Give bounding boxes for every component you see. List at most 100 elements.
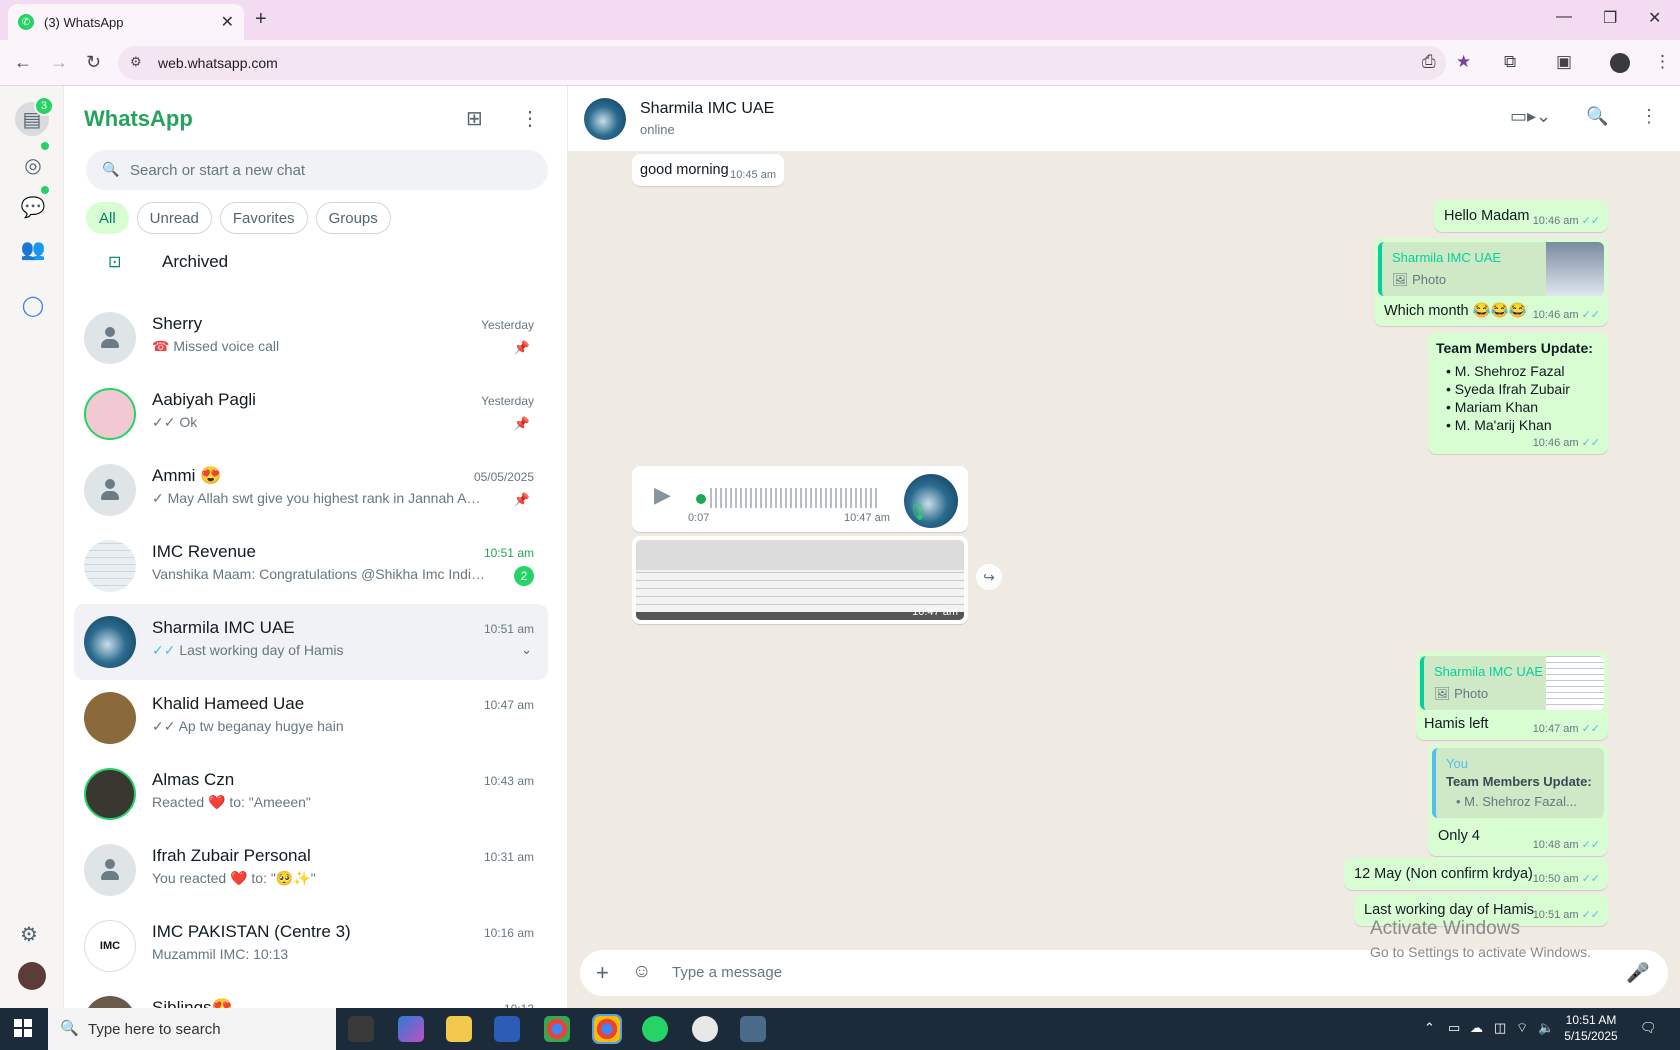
contact-avatar[interactable] <box>584 98 626 140</box>
whatsapp-taskbar-icon[interactable] <box>642 1016 668 1042</box>
chat-name: Aabiyah Pagli <box>152 390 256 409</box>
message-outgoing-reply[interactable]: Sharmila IMC UAE 🖼 Photo Which month 😂😂😂… <box>1374 238 1608 326</box>
bookmark-star-icon[interactable]: ★ <box>1456 52 1471 72</box>
forward-icon[interactable]: ↪ <box>976 564 1002 590</box>
wifi-icon[interactable]: ⌔ <box>1516 1020 1528 1036</box>
new-chat-icon[interactable]: ⊞ <box>466 106 483 131</box>
contact-name[interactable]: Sharmila IMC UAE <box>640 100 774 118</box>
waveform[interactable] <box>710 488 880 508</box>
filter-groups[interactable]: Groups <box>315 202 391 234</box>
message-outgoing[interactable]: Hello Madam 10:46 am ✓✓ <box>1434 200 1608 232</box>
channels-icon[interactable]: 💬 <box>20 194 46 220</box>
chat-item-selected[interactable]: Sharmila IMC UAE ✓✓ Last working day of … <box>74 604 548 680</box>
install-app-icon[interactable]: ⎙ <box>1422 52 1436 72</box>
quoted-message[interactable]: You Team Members Update: • M. Shehroz Fa… <box>1432 748 1604 818</box>
voice-message[interactable]: ▶ 0:07 10:47 am 🎙 <box>632 466 968 532</box>
profile-avatar[interactable] <box>1610 53 1630 73</box>
message-time: 10:47 am <box>1532 723 1579 735</box>
chat-item[interactable]: Ifrah Zubair Personal You reacted ❤️ to:… <box>74 832 548 908</box>
restore-icon[interactable]: ❐ <box>1603 8 1617 28</box>
search-icon[interactable]: 🔍 <box>1586 106 1608 127</box>
video-call-icon[interactable]: ▭▸⌄ <box>1510 106 1551 127</box>
mic-icon[interactable]: 🎤 <box>1626 961 1650 985</box>
chat-item[interactable]: Khalid Hameed Uae ✓✓ Ap tw beganay hugye… <box>74 680 548 756</box>
new-tab-icon[interactable]: + <box>255 8 267 31</box>
chat-item[interactable]: Ammi 😍 ✓ May Allah swt give you highest … <box>74 452 548 528</box>
quoted-message[interactable]: Sharmila IMC UAE 🖼 Photo <box>1420 656 1604 710</box>
chat-item[interactable]: Sherry ☎ Missed voice call Yesterday 📌 <box>74 300 548 376</box>
battery-icon[interactable]: ▭ <box>1448 1020 1460 1036</box>
status-icon[interactable]: ◎ <box>20 152 46 178</box>
communities-icon[interactable]: 👥 <box>20 236 46 262</box>
chat-name: Sharmila IMC UAE <box>152 618 295 637</box>
message-incoming[interactable]: good morning 10:45 am <box>632 154 784 186</box>
avatar <box>84 844 136 896</box>
chat-name: Ammi 😍 <box>152 466 222 485</box>
browser-menu-icon[interactable]: ⋮ <box>1654 52 1671 72</box>
office-icon[interactable] <box>494 1016 520 1042</box>
browser-tab[interactable]: ✆ (3) WhatsApp ✕ <box>8 4 244 40</box>
close-tab-icon[interactable]: ✕ <box>221 12 234 32</box>
notifications-icon[interactable]: 🗨 <box>1640 1020 1657 1036</box>
reload-icon[interactable]: ↻ <box>86 52 101 73</box>
network-icon[interactable]: ◫ <box>1494 1020 1506 1036</box>
tray-chevron-icon[interactable]: ⌃ <box>1424 1020 1435 1036</box>
copilot-icon[interactable] <box>398 1016 424 1042</box>
avatar: IMC <box>84 920 136 972</box>
search-input[interactable]: 🔍 Search or start a new chat <box>86 150 548 190</box>
chevron-down-icon[interactable]: ⌄ <box>521 642 532 658</box>
task-view-icon[interactable] <box>348 1016 374 1042</box>
volume-icon[interactable]: 🔈 <box>1538 1020 1554 1036</box>
settings-icon[interactable]: ⚙ <box>20 922 38 947</box>
file-explorer-icon[interactable] <box>446 1016 472 1042</box>
chat-item[interactable]: Aabiyah Pagli ✓✓ Ok Yesterday 📌 <box>74 376 548 452</box>
taskbar-search-input[interactable]: 🔍 Type here to search <box>48 1008 336 1050</box>
chrome-active-icon[interactable] <box>592 1014 622 1044</box>
minimize-icon[interactable]: — <box>1556 8 1572 26</box>
message-outgoing[interactable]: Team Members Update: • M. Shehroz Fazal … <box>1428 332 1608 454</box>
url-bar[interactable]: ⚙ web.whatsapp.com <box>118 46 1446 80</box>
address-toolbar: ← → ↻ ⚙ web.whatsapp.com ⎙ ★ ⧉ ▣ ⋮ <box>0 40 1680 86</box>
quoted-message[interactable]: Sharmila IMC UAE 🖼 Photo <box>1378 242 1604 296</box>
my-profile-avatar[interactable] <box>18 962 46 990</box>
double-tick-icon: ✓✓ <box>152 718 176 734</box>
site-info-icon[interactable]: ⚙ <box>130 54 142 70</box>
attach-icon[interactable]: + <box>596 960 609 986</box>
message-outgoing[interactable]: 12 May (Non confirm krdya) 10:50 am ✓✓ <box>1344 858 1608 890</box>
chat-item[interactable]: Almas Czn Reacted ❤️ to: "Ameeen" 10:43 … <box>74 756 548 832</box>
windows-start-icon[interactable] <box>14 1019 32 1037</box>
meta-ai-icon[interactable]: ◯ <box>20 292 46 318</box>
back-icon[interactable]: ← <box>14 52 32 73</box>
image-message[interactable]: 10:47 am <box>632 536 968 624</box>
taskbar-clock[interactable]: 10:51 AM 5/15/2025 <box>1556 1012 1626 1044</box>
message-outgoing-reply[interactable]: Sharmila IMC UAE 🖼 Photo Hamis left 10:4… <box>1416 652 1608 740</box>
chat-item[interactable]: IMC IMC PAKISTAN (Centre 3) Muzammil IMC… <box>74 908 548 984</box>
sidepanel-icon[interactable]: ▣ <box>1556 52 1572 72</box>
close-window-icon[interactable]: ✕ <box>1648 8 1661 28</box>
message-list: good morning 10:45 am Hello Madam 10:46 … <box>568 152 1680 940</box>
chat-item[interactable]: IMC Revenue Vanshika Maam: Congratulatio… <box>74 528 548 604</box>
clock-app-icon[interactable] <box>692 1016 718 1042</box>
filter-all[interactable]: All <box>86 202 129 234</box>
pin-icon: 📌 <box>513 340 530 355</box>
archived-row[interactable]: ⊡ Archived <box>108 252 228 272</box>
conversation-header[interactable]: Sharmila IMC UAE online ▭▸⌄ 🔍 ⋮ <box>568 86 1680 152</box>
forward-icon[interactable]: → <box>50 52 68 73</box>
message-outgoing-reply[interactable]: You Team Members Update: • M. Shehroz Fa… <box>1428 744 1608 856</box>
spreadsheet-image[interactable]: 10:47 am <box>636 540 964 620</box>
chrome-icon[interactable] <box>544 1016 570 1042</box>
menu-icon[interactable]: ⋮ <box>1640 106 1658 127</box>
sticker-icon[interactable]: ☺ <box>632 961 651 983</box>
onedrive-icon[interactable]: ☁ <box>1470 1020 1483 1036</box>
settings-app-icon[interactable] <box>740 1016 766 1042</box>
chat-item[interactable]: Siblings😍 10:13 <box>74 984 548 1010</box>
quote-author: Sharmila IMC UAE <box>1434 664 1544 679</box>
filter-unread[interactable]: Unread <box>136 202 212 234</box>
extensions-icon[interactable]: ⧉ <box>1504 52 1516 72</box>
message-text: good morning <box>640 162 729 178</box>
menu-icon[interactable]: ⋮ <box>520 106 540 131</box>
playback-knob[interactable] <box>696 494 706 504</box>
filter-favorites[interactable]: Favorites <box>219 202 308 234</box>
message-time: 10:46 am <box>1532 215 1579 227</box>
play-icon[interactable]: ▶ <box>654 482 671 508</box>
